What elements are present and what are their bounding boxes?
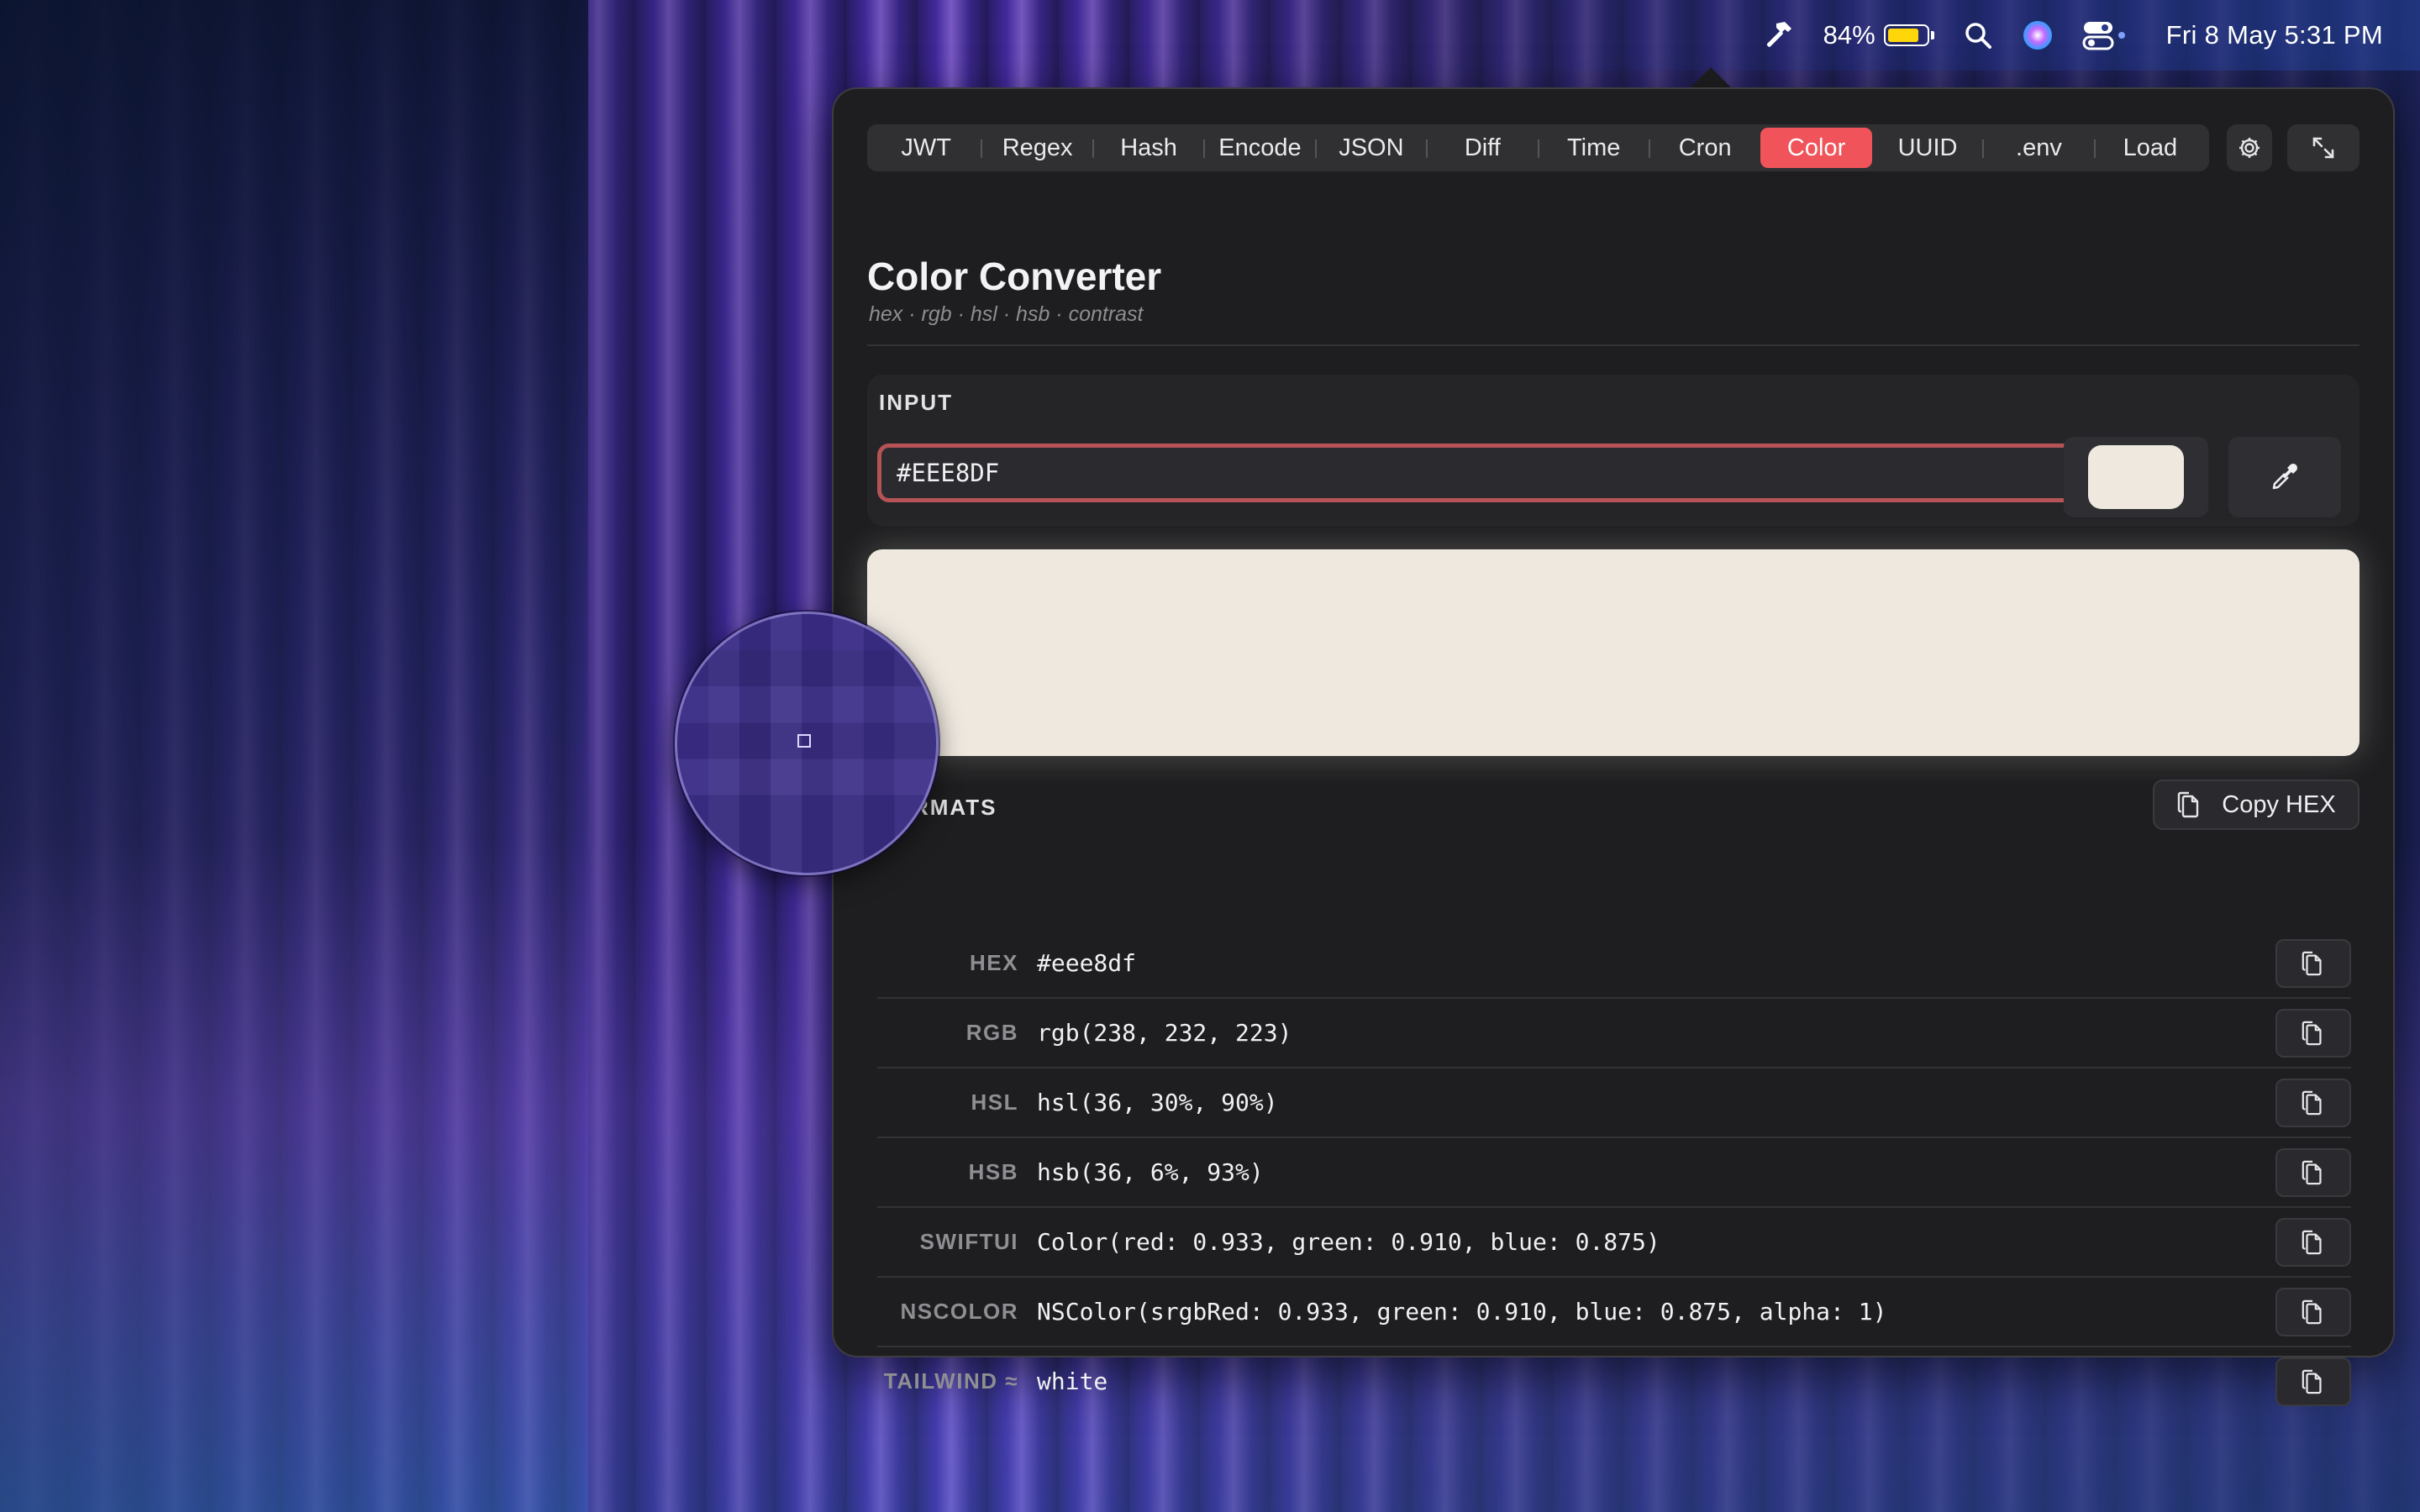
format-value[interactable]: rgb(238, 232, 223) [1037, 1019, 1292, 1047]
expand-icon [2312, 137, 2334, 159]
formats-list: HEX #eee8df RGB rgb(238, 232, 223) HSL hsl(36… [877, 929, 2351, 1415]
control-center-icon[interactable] [2082, 19, 2128, 51]
format-label: RGB [965, 1020, 1018, 1045]
search-icon[interactable] [1963, 20, 1993, 50]
copy-icon [2302, 1090, 2322, 1116]
tab-diff[interactable]: Diff [1426, 128, 1538, 168]
copy-format-button[interactable] [2275, 1009, 2351, 1058]
menu-bar-clock[interactable]: Fri 8 May 5:31 PM [2166, 20, 2383, 50]
color-swatch [2088, 445, 2184, 509]
copy-format-button[interactable] [2275, 1079, 2351, 1127]
gear-icon [2239, 138, 2260, 158]
input-section-label: INPUT [879, 390, 953, 415]
siri-icon[interactable] [2022, 19, 2054, 51]
format-row: HEX #eee8df [877, 929, 2351, 999]
tab-regex[interactable]: Regex [981, 128, 1092, 168]
copy-format-button[interactable] [2275, 1218, 2351, 1267]
color-well-button[interactable] [2064, 437, 2208, 517]
wallpaper-left-shade [0, 0, 588, 1512]
copy-icon [2302, 951, 2322, 976]
format-value[interactable]: hsl(36, 30%, 90%) [1037, 1089, 1278, 1116]
page-title: Color Converter [867, 255, 1162, 298]
copy-icon [2302, 1369, 2322, 1394]
format-label: TAILWIND ≈ [883, 1368, 1018, 1394]
copy-icon [2302, 1230, 2322, 1255]
hammer-icon[interactable] [1758, 17, 1795, 54]
header-divider [867, 344, 2360, 346]
copy-format-button[interactable] [2275, 1288, 2351, 1336]
copy-format-button[interactable] [2275, 939, 2351, 988]
formats-header: RMATS Copy HEX [867, 780, 2360, 838]
popover-arrow [1689, 67, 1733, 89]
eyedropper-icon [2272, 464, 2297, 490]
tab-encode[interactable]: Encode [1203, 128, 1315, 168]
color-picker-loupe [675, 612, 939, 875]
battery-charging-icon [1883, 24, 1929, 46]
format-value[interactable]: Color(red: 0.933, green: 0.910, blue: 0.… [1037, 1228, 1660, 1256]
battery-percent: 84% [1823, 20, 1876, 50]
format-value[interactable]: NSColor(srgbRed: 0.933, green: 0.910, bl… [1037, 1298, 1886, 1326]
tab-load[interactable]: Load [2093, 128, 2206, 168]
copy-format-button[interactable] [2275, 1357, 2351, 1406]
color-hex-input[interactable] [877, 444, 2086, 502]
copy-format-button[interactable] [2275, 1148, 2351, 1197]
format-label: NSCOLOR [900, 1299, 1018, 1324]
format-row: RGB rgb(238, 232, 223) [877, 999, 2351, 1068]
loupe-crosshair [797, 734, 811, 748]
format-value[interactable]: hsb(36, 6%, 93%) [1037, 1158, 1264, 1186]
format-row: SWIFTUI Color(red: 0.933, green: 0.910, b… [877, 1208, 2351, 1278]
color-preview [867, 549, 2360, 756]
copy-icon [2178, 791, 2199, 818]
tab-json[interactable]: JSON [1314, 128, 1427, 168]
format-label: HSL [971, 1089, 1018, 1115]
input-section: INPUT [867, 375, 2360, 526]
format-row: HSL hsl(36, 30%, 90%) [877, 1068, 2351, 1138]
page-subtitle: hex · rgb · hsl · hsb · contrast [869, 302, 1144, 326]
format-label: SWIFTUI [919, 1229, 1018, 1254]
format-row: TAILWIND ≈ white [877, 1347, 2351, 1415]
copy-icon [2302, 1299, 2322, 1325]
expand-button[interactable] [2287, 124, 2360, 171]
menu-bar: 84% Fri 8 May 5:31 PM [0, 0, 2420, 71]
copy-hex-label: Copy HEX [2222, 790, 2336, 818]
format-value[interactable]: #eee8df [1037, 949, 1136, 977]
battery-status[interactable]: 84% [1823, 20, 1934, 50]
tab-env[interactable]: .env [1982, 128, 2094, 168]
tab-hash[interactable]: Hash [1092, 128, 1204, 168]
copy-icon [2302, 1021, 2322, 1046]
tab-cron[interactable]: Cron [1648, 128, 1760, 168]
format-row: NSCOLOR NSColor(srgbRed: 0.933, green: 0.… [877, 1278, 2351, 1347]
copy-hex-button[interactable]: Copy HEX [2153, 780, 2360, 830]
format-label: HSB [968, 1159, 1018, 1184]
format-value[interactable]: white [1037, 1368, 1107, 1395]
format-row: HSB hsb(36, 6%, 93%) [877, 1138, 2351, 1208]
battery-fill [1887, 29, 1918, 42]
settings-button[interactable] [2227, 124, 2272, 171]
battery-cap [1930, 31, 1934, 39]
tab-color[interactable]: Color [1760, 128, 1872, 168]
eyedropper-button[interactable] [2228, 437, 2341, 517]
tab-uuid[interactable]: UUID [1872, 128, 1983, 168]
copy-icon [2302, 1160, 2322, 1185]
tool-tab-bar: JWT Regex Hash Encode JSON Diff Time Cron Color U… [867, 124, 2209, 171]
tab-time[interactable]: Time [1537, 128, 1649, 168]
color-converter-popover: JWT Regex Hash Encode JSON Diff Time Cron Color U… [832, 87, 2395, 1406]
tab-jwt[interactable]: JWT [871, 128, 981, 168]
format-label: HEX [970, 950, 1018, 975]
